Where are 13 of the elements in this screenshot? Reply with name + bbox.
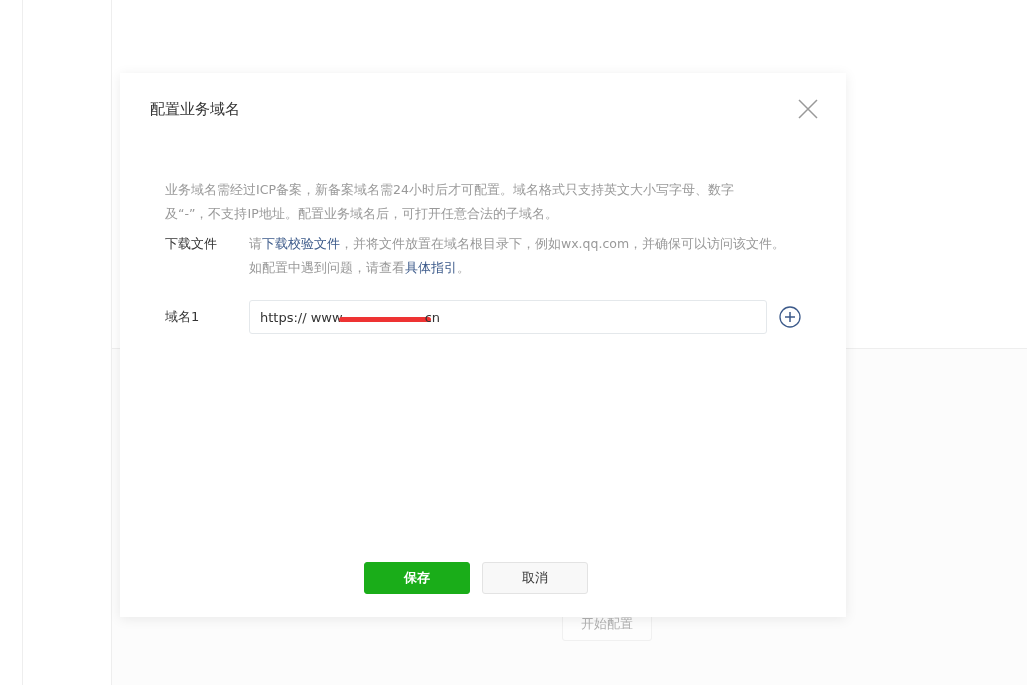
download-instructions: 请下载校验文件，并将文件放置在域名根目录下，例如wx.qq.com，并确保可以访问该文件。如配置中遇到问题，请查看具体指引。 (249, 235, 787, 277)
field-label: 域名1 (165, 308, 201, 326)
close-button[interactable] (797, 98, 819, 120)
add-button[interactable] (779, 306, 801, 328)
dialog-title: 配置业务域名 (150, 99, 240, 119)
download-link[interactable]: 下载校验文件 (262, 236, 340, 251)
plus-circle-icon (779, 306, 801, 328)
notice-text: 业务域名需经过ICP备案，新备案域名需24小时后才可配置。域名格式只支持英文大小写字母、数字及“-”，不支持IP地址。配置业务域名后，可打开任意合法的子域名。 (165, 181, 735, 223)
close-icon (797, 98, 819, 120)
cancel-button[interactable]: 取消 (481, 562, 588, 594)
guide-link[interactable]: 具体指引 (405, 260, 457, 275)
domain-input[interactable]: https:// www cn (249, 300, 767, 334)
field-label: 下载文件 (165, 235, 218, 253)
